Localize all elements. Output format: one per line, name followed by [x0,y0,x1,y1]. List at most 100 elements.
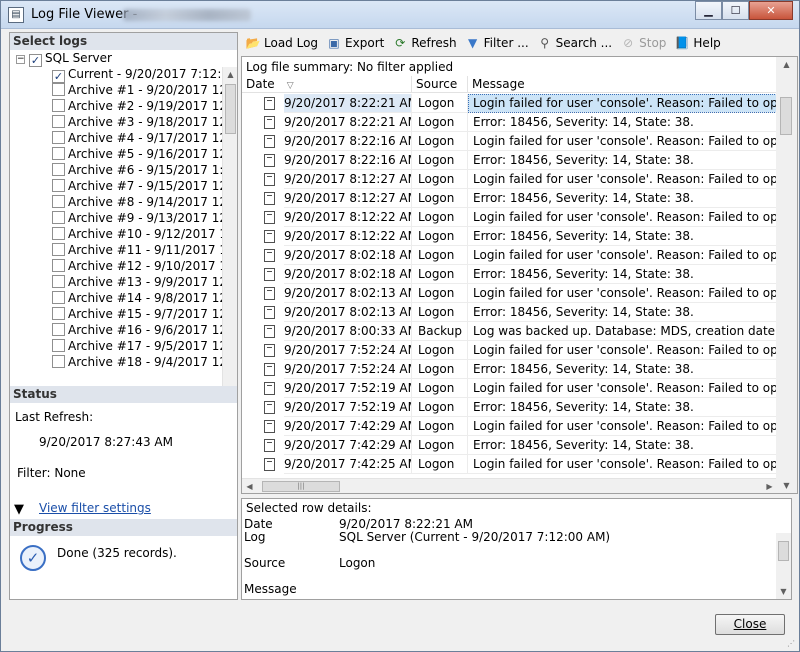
table-row[interactable]: 9/20/2017 8:02:18 AM Logon Error: 18456, S… [242,265,777,284]
scroll-up-arrow-icon[interactable]: ▲ [223,67,237,82]
tree-item-log[interactable]: Archive #10 - 9/12/2017 12:00:0 [52,226,237,242]
collapse-icon[interactable]: − [16,55,25,64]
log-checkbox[interactable] [52,83,65,96]
table-row[interactable]: 9/20/2017 8:22:16 AM Logon Login failed fo… [242,132,777,151]
tree-item-label: Archive #2 - 9/19/2017 12:00:0 [68,99,237,113]
log-entry-icon [264,363,275,376]
help-button[interactable]: 📘 Help [670,32,724,54]
table-row[interactable]: 9/20/2017 8:22:21 AM Logon Login failed fo… [242,94,777,113]
column-header-date[interactable]: Date ▽ [242,76,412,93]
last-refresh-value: 9/20/2017 8:27:43 AM [39,435,173,449]
details-source-value: Logon [339,556,376,570]
tree-item-label: Current - 9/20/2017 7:12:00 AM [68,67,237,81]
close-button[interactable]: Close [715,614,785,635]
tree-item-log[interactable]: Archive #7 - 9/15/2017 12:00:0 [52,178,237,194]
table-row[interactable]: 9/20/2017 8:00:33 AM Backup Log was backed… [242,322,777,341]
tree-vertical-scrollbar[interactable]: ▲ ▼ [222,67,237,402]
filter-funnel-icon: ▼ [14,502,24,517]
tree-item-log[interactable]: Archive #9 - 9/13/2017 12:00:0 [52,210,237,226]
tree-root[interactable]: − ✓ SQL Server [16,50,112,67]
log-checkbox[interactable] [52,179,65,192]
log-checkbox[interactable] [52,211,65,224]
message-cell: Login failed for user 'console'. Reason:… [468,341,777,360]
filter-button[interactable]: ▼ Filter ... [461,32,533,54]
log-checkbox[interactable] [52,323,65,336]
tree-item-log[interactable]: Archive #4 - 9/17/2017 12:00:0 [52,130,237,146]
log-checkbox[interactable] [52,355,65,368]
log-checkbox[interactable] [52,259,65,272]
tree-item-log[interactable]: Archive #12 - 9/10/2017 12:00:0 [52,258,237,274]
tree-item-log[interactable]: ✓Current - 9/20/2017 7:12:00 AM [52,66,237,83]
minimize-button[interactable]: ▁ [695,1,722,20]
log-checkbox[interactable] [52,131,65,144]
table-row[interactable]: 9/20/2017 8:02:13 AM Logon Error: 18456, S… [242,303,777,322]
grid-scroll-up-icon[interactable]: ▲ [779,57,794,72]
grid-scroll-left-icon[interactable]: ◀ [242,479,257,493]
log-checkbox[interactable] [52,275,65,288]
table-row[interactable]: 9/20/2017 7:42:29 AM Logon Error: 18456, S… [242,436,777,455]
log-checkbox[interactable] [52,115,65,128]
column-header-source[interactable]: Source [412,76,468,93]
stop-button[interactable]: ⊘ Stop [616,32,670,54]
tree-item-log[interactable]: Archive #15 - 9/7/2017 12:00:0 [52,306,237,322]
search-button[interactable]: ⚲ Search ... [533,32,616,54]
tree-scroll-thumb[interactable] [225,84,236,134]
load-log-button[interactable]: 📂 Load Log [241,32,322,54]
log-checkbox[interactable] [52,163,65,176]
table-row[interactable]: 9/20/2017 8:22:16 AM Logon Error: 18456, S… [242,151,777,170]
tree-item-log[interactable]: Archive #17 - 9/5/2017 12:00:0 [52,338,237,354]
tree-item-log[interactable]: Archive #18 - 9/4/2017 12:00:0 [52,354,237,370]
tree-item-log[interactable]: Archive #16 - 9/6/2017 12:00:0 [52,322,237,338]
log-entry-icon [264,135,275,148]
table-row[interactable]: 9/20/2017 8:02:13 AM Logon Login failed fo… [242,284,777,303]
log-checkbox[interactable] [52,307,65,320]
table-row[interactable]: 9/20/2017 8:12:22 AM Logon Error: 18456, S… [242,227,777,246]
log-checkbox[interactable] [52,227,65,240]
tree-item-log[interactable]: Archive #1 - 9/20/2017 12:00:0 [52,82,237,98]
table-row[interactable]: 9/20/2017 7:42:29 AM Logon Login failed fo… [242,417,777,436]
tree-item-log[interactable]: Archive #14 - 9/8/2017 12:00:0 [52,290,237,306]
column-header-message[interactable]: Message [468,76,777,93]
tree-item-log[interactable]: Archive #13 - 9/9/2017 12:00:0 [52,274,237,290]
table-row[interactable]: 9/20/2017 7:52:24 AM Logon Error: 18456, S… [242,360,777,379]
table-row[interactable]: 9/20/2017 8:02:18 AM Logon Login failed fo… [242,246,777,265]
table-row[interactable]: 9/20/2017 7:52:19 AM Logon Error: 18456, S… [242,398,777,417]
table-row[interactable]: 9/20/2017 8:12:27 AM Logon Error: 18456, S… [242,189,777,208]
table-row[interactable]: 9/20/2017 7:52:24 AM Logon Login failed fo… [242,341,777,360]
log-checkbox[interactable] [52,291,65,304]
message-cell: Login failed for user 'console'. Reason:… [468,132,777,151]
tree-item-log[interactable]: Archive #3 - 9/18/2017 12:00:0 [52,114,237,130]
source-cell: Logon [412,417,468,436]
grid-scroll-right-icon[interactable]: ▶ [762,479,777,493]
maximize-button[interactable]: ☐ [722,1,749,20]
table-row[interactable]: 9/20/2017 8:22:21 AM Logon Error: 18456, S… [242,113,777,132]
table-row[interactable]: 9/20/2017 7:42:25 AM Logon Login failed fo… [242,455,777,474]
log-checkbox[interactable] [52,99,65,112]
grid-horizontal-scrollbar[interactable]: ◀ ||| ▶ [242,478,777,493]
refresh-button[interactable]: ⟳ Refresh [388,32,460,54]
grid-scroll-down-icon[interactable]: ▼ [779,478,794,493]
log-checkbox[interactable] [52,243,65,256]
tree-item-log[interactable]: Archive #6 - 9/15/2017 1:03:00 [52,162,237,178]
table-row[interactable]: 9/20/2017 8:12:27 AM Logon Login failed fo… [242,170,777,189]
details-scrollbar[interactable]: ▼ [776,533,791,599]
details-scroll-down-icon[interactable]: ▼ [776,584,791,599]
table-row[interactable]: 9/20/2017 8:12:22 AM Logon Login failed fo… [242,208,777,227]
grid-vertical-scrollbar[interactable]: ▲ ▼ [776,56,798,494]
tree-item-log[interactable]: Archive #11 - 9/11/2017 12:00:0 [52,242,237,258]
view-filter-settings-link[interactable]: View filter settings [39,501,151,515]
sql-server-checkbox[interactable]: ✓ [29,54,42,67]
resize-grip-icon[interactable]: ⋰ [787,639,797,649]
details-scroll-thumb[interactable] [778,541,789,561]
grid-vscroll-thumb[interactable] [780,97,792,135]
grid-hscroll-thumb[interactable]: ||| [262,481,340,492]
export-button[interactable]: ▣ Export [322,32,388,54]
close-window-button[interactable]: ✕ [749,1,793,20]
tree-item-log[interactable]: Archive #8 - 9/14/2017 12:00:0 [52,194,237,210]
log-checkbox[interactable] [52,339,65,352]
log-checkbox[interactable] [52,147,65,160]
table-row[interactable]: 9/20/2017 7:52:19 AM Logon Login failed fo… [242,379,777,398]
tree-item-log[interactable]: Archive #2 - 9/19/2017 12:00:0 [52,98,237,114]
log-checkbox[interactable] [52,195,65,208]
tree-item-log[interactable]: Archive #5 - 9/16/2017 12:00:0 [52,146,237,162]
